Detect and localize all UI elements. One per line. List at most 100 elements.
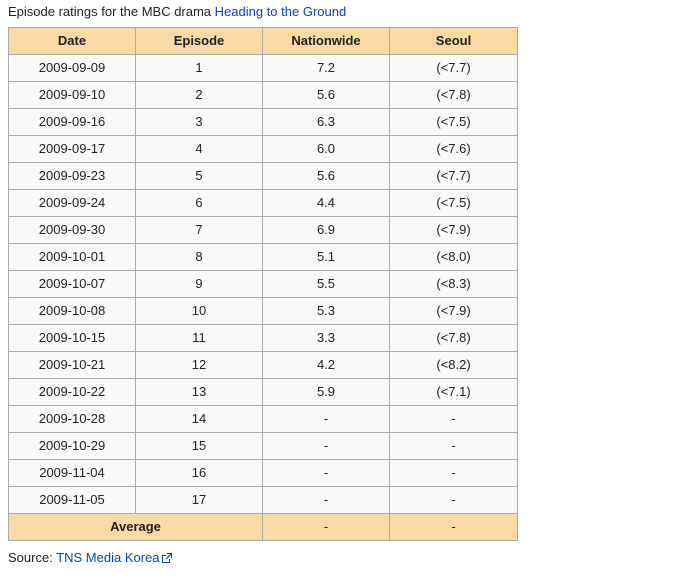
table-row: 2009-11-05 17- - [8,486,518,514]
table-row: 2009-09-09 1 7.2 (<7.7) [8,54,518,82]
cell-date: 2009-11-04 [8,459,136,487]
table-row: 2009-10-08 10 5.3 (<7.9) [8,297,518,325]
cell-date: 2009-10-15 [8,324,136,352]
cell-nationwide: 5.5 [262,270,390,298]
table-row: 2009-10-22 13 5.9 (<7.1) [8,378,518,406]
table-row: 2009-09-23 5 5.6 (<7.7) [8,162,518,190]
cell-seoul: - [389,459,518,487]
cell-date: 2009-10-07 [8,270,136,298]
table-row: 2009-09-16 3 6.3 (<7.5) [8,108,518,136]
cell-nationwide: - [262,486,390,514]
cell-date: 2009-10-22 [8,378,136,406]
table-header-row: Date Episode Nationwide Seoul [8,27,518,55]
cell-date: 2009-09-10 [8,81,136,109]
cell-date: 2009-10-01 [8,243,136,271]
cell-episode: 12 [135,351,263,379]
table-row: 2009-10-21 12 4.2 (<8.2) [8,351,518,379]
header-date: Date [8,27,136,55]
cell-date: 2009-11-05 [8,486,136,514]
cell-seoul: (<7.9) [389,216,518,244]
cell-nationwide: 5.9 [262,378,390,406]
cell-date: 2009-09-23 [8,162,136,190]
source-line: Source: TNS Media Korea [8,549,172,567]
cell-nationwide: 4.4 [262,189,390,217]
cell-nationwide: - [262,459,390,487]
cell-nationwide: 5.3 [262,297,390,325]
table-row: 2009-09-10 2 5.6 (<7.8) [8,81,518,109]
table-row: 2009-11-04 16- - [8,459,518,487]
cell-nationwide: 6.0 [262,135,390,163]
cell-episode: 13 [135,378,263,406]
ratings-table: Date Episode Nationwide Seoul 2009-09-09… [8,27,518,541]
cell-seoul: (<8.0) [389,243,518,271]
cell-date: 2009-09-17 [8,135,136,163]
table-row: 2009-10-15 11 3.3 (<7.8) [8,324,518,352]
cell-episode: 17 [135,486,263,514]
cell-nationwide: 5.6 [262,81,390,109]
table-row: 2009-10-07 9 5.5 (<8.3) [8,270,518,298]
drama-title-link[interactable]: Heading to the Ground [215,4,347,19]
cell-date: 2009-10-08 [8,297,136,325]
cell-nationwide: 5.6 [262,162,390,190]
cell-date: 2009-09-16 [8,108,136,136]
cell-date: 2009-09-30 [8,216,136,244]
cell-nationwide: - [262,405,390,433]
source-link[interactable]: TNS Media Korea [56,550,159,565]
header-nationwide: Nationwide [262,27,390,55]
cell-seoul: - [389,405,518,433]
cell-episode: 14 [135,405,263,433]
cell-nationwide: 3.3 [262,324,390,352]
header-episode: Episode [135,27,263,55]
cell-episode: 11 [135,324,263,352]
average-seoul: - [389,513,518,541]
average-row: Average - - [8,513,518,541]
cell-episode: 3 [135,108,263,136]
cell-episode: 16 [135,459,263,487]
cell-date: 2009-09-09 [8,54,136,82]
table-row: 2009-09-17 4 6.0 (<7.6) [8,135,518,163]
cell-nationwide: 6.3 [262,108,390,136]
cell-seoul: (<7.5) [389,108,518,136]
caption-text: Episode ratings for the MBC drama [8,4,215,19]
table-caption: Episode ratings for the MBC drama Headin… [8,3,346,21]
cell-episode: 9 [135,270,263,298]
cell-episode: 4 [135,135,263,163]
table-row: 2009-09-24 6 4.4 (<7.5) [8,189,518,217]
cell-nationwide: 7.2 [262,54,390,82]
external-link-icon [161,553,172,563]
cell-seoul: (<7.1) [389,378,518,406]
average-label: Average [8,513,263,541]
cell-seoul: (<7.8) [389,81,518,109]
table-body: 2009-09-09 1 7.2 (<7.7) 2009-09-10 2 5.6 (<7.8)… [8,54,518,514]
cell-seoul: (<8.3) [389,270,518,298]
cell-date: 2009-10-29 [8,432,136,460]
table-row: 2009-10-29 15- - [8,432,518,460]
cell-episode: 5 [135,162,263,190]
header-seoul: Seoul [389,27,518,55]
table-row: 2009-10-28 14- - [8,405,518,433]
cell-date: 2009-10-28 [8,405,136,433]
cell-seoul: (<7.6) [389,135,518,163]
cell-seoul: (<7.7) [389,54,518,82]
cell-episode: 15 [135,432,263,460]
cell-seoul: - [389,432,518,460]
cell-seoul: (<7.5) [389,189,518,217]
cell-seoul: (<7.8) [389,324,518,352]
cell-episode: 1 [135,54,263,82]
cell-seoul: - [389,486,518,514]
table-row: 2009-09-30 7 6.9 (<7.9) [8,216,518,244]
cell-seoul: (<7.7) [389,162,518,190]
cell-episode: 2 [135,81,263,109]
cell-seoul: (<7.9) [389,297,518,325]
cell-seoul: (<8.2) [389,351,518,379]
cell-nationwide: - [262,432,390,460]
cell-nationwide: 4.2 [262,351,390,379]
source-label: Source: [8,550,57,565]
table-row: 2009-10-01 8 5.1 (<8.0) [8,243,518,271]
cell-episode: 7 [135,216,263,244]
cell-episode: 6 [135,189,263,217]
cell-date: 2009-09-24 [8,189,136,217]
average-nationwide: - [262,513,390,541]
cell-nationwide: 5.1 [262,243,390,271]
cell-date: 2009-10-21 [8,351,136,379]
